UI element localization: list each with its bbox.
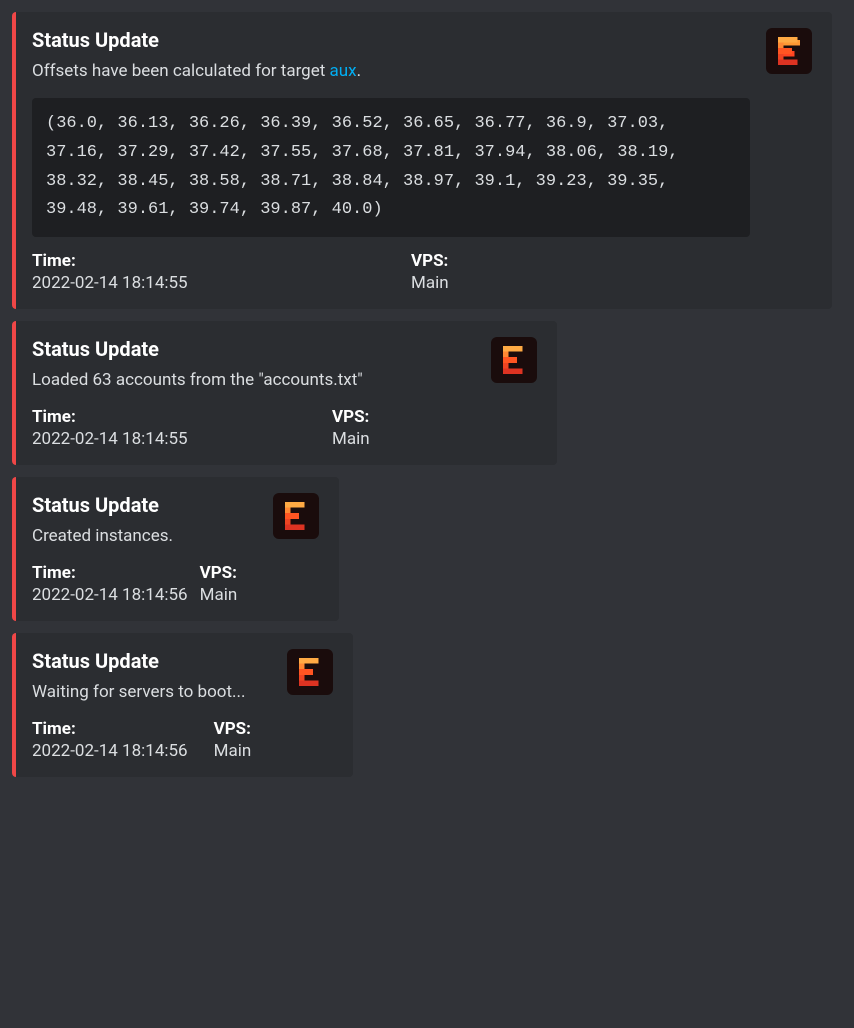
field-value: Main xyxy=(214,741,252,761)
embed-description: Offsets have been calculated for target … xyxy=(32,60,750,84)
field-label: VPS: xyxy=(214,719,252,739)
field-label: VPS: xyxy=(332,407,370,427)
embed-thumbnail xyxy=(491,337,537,383)
vps-field: VPS: Main xyxy=(411,251,750,293)
embed-card: Status Update Waiting for servers to boo… xyxy=(12,633,353,777)
embed-card: Status Update Loaded 63 accounts from th… xyxy=(12,321,557,465)
time-field: Time: 2022-02-14 18:14:55 xyxy=(32,407,292,449)
e-icon xyxy=(500,346,528,374)
description-text: Offsets have been calculated for target xyxy=(32,61,330,81)
embed-title: Status Update xyxy=(32,493,237,517)
embed-description: Created instances. xyxy=(32,525,237,549)
embed-description: Loaded 63 accounts from the "accounts.tx… xyxy=(32,369,475,393)
field-value: 2022-02-14 18:14:56 xyxy=(32,741,188,761)
field-value: 2022-02-14 18:14:55 xyxy=(32,273,371,293)
embed-thumbnail xyxy=(273,493,319,539)
embed-title: Status Update xyxy=(32,337,475,361)
code-block: (36.0, 36.13, 36.26, 36.39, 36.52, 36.65… xyxy=(32,98,750,238)
field-label: Time: xyxy=(32,719,188,739)
embed-thumbnail xyxy=(287,649,333,695)
embed-title: Status Update xyxy=(32,649,251,673)
e-icon xyxy=(775,37,803,65)
field-label: Time: xyxy=(32,251,371,271)
target-link[interactable]: aux xyxy=(330,61,357,81)
field-value: Main xyxy=(411,273,750,293)
time-field: Time: 2022-02-14 18:14:55 xyxy=(32,251,371,293)
vps-field: VPS: Main xyxy=(214,719,252,761)
field-value: Main xyxy=(200,585,238,605)
time-field: Time: 2022-02-14 18:14:56 xyxy=(32,563,188,605)
embed-description: Waiting for servers to boot... xyxy=(32,681,251,705)
vps-field: VPS: Main xyxy=(332,407,370,449)
field-value: 2022-02-14 18:14:56 xyxy=(32,585,188,605)
embed-card: Status Update Offsets have been calculat… xyxy=(12,12,832,309)
time-field: Time: 2022-02-14 18:14:56 xyxy=(32,719,188,761)
field-label: VPS: xyxy=(411,251,750,271)
embed-title: Status Update xyxy=(32,28,750,52)
e-icon xyxy=(296,658,324,686)
field-label: Time: xyxy=(32,563,188,583)
field-label: VPS: xyxy=(200,563,238,583)
vps-field: VPS: Main xyxy=(200,563,238,605)
field-label: Time: xyxy=(32,407,292,427)
field-value: 2022-02-14 18:14:55 xyxy=(32,429,292,449)
description-text: . xyxy=(357,61,361,81)
field-value: Main xyxy=(332,429,370,449)
embed-thumbnail xyxy=(766,28,812,74)
embed-card: Status Update Created instances. Time: 2… xyxy=(12,477,339,621)
e-icon xyxy=(282,502,310,530)
